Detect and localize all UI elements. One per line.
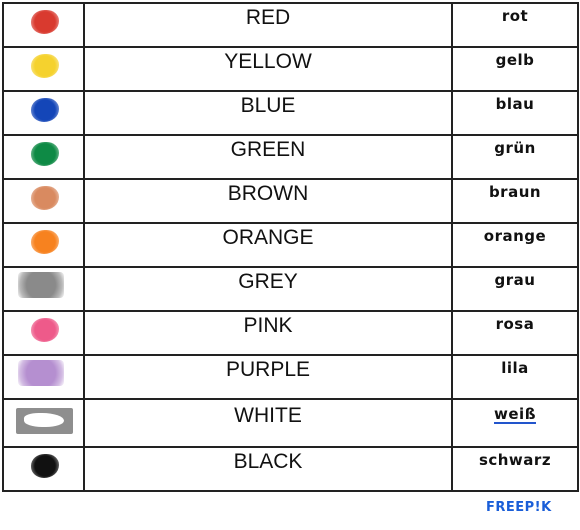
table-row: BROWN braun (2, 178, 579, 224)
german-word: gelb (495, 51, 535, 69)
german-word-cell: gelb (451, 46, 579, 92)
german-word-cell: schwarz (451, 446, 579, 492)
black-paint-swatch-icon (31, 454, 59, 478)
swatch-cell (2, 2, 85, 48)
english-word-cell: BLUE (83, 90, 453, 136)
swatch-cell (2, 90, 85, 136)
german-word-cell: lila (451, 354, 579, 400)
swatch-cell (2, 46, 85, 92)
english-word-cell: WHITE (83, 398, 453, 448)
english-word-cell: GREEN (83, 134, 453, 180)
green-paint-swatch-icon (31, 142, 59, 166)
english-word: PINK (243, 314, 293, 337)
table-row: ORANGE orange (2, 222, 579, 268)
german-word-cell: orange (451, 222, 579, 268)
swatch-cell (2, 178, 85, 224)
swatch-cell (2, 266, 85, 312)
english-word: PURPLE (225, 358, 311, 381)
english-word-cell: BROWN (83, 178, 453, 224)
swatch-cell (2, 134, 85, 180)
german-word: schwarz (478, 451, 552, 469)
german-word-cell: grün (451, 134, 579, 180)
english-word-cell: ORANGE (83, 222, 453, 268)
swatch-cell (2, 354, 85, 400)
brown-paint-swatch-icon (31, 186, 59, 210)
english-word: BROWN (227, 182, 309, 205)
english-word: ORANGE (222, 226, 314, 249)
german-word: orange (483, 227, 547, 245)
orange-paint-swatch-icon (31, 230, 59, 254)
swatch-cell (2, 446, 85, 492)
german-word: rot (501, 7, 529, 25)
english-word: BLUE (240, 94, 296, 117)
german-word: rosa (495, 315, 535, 333)
swatch-cell (2, 310, 85, 356)
german-word: grau (494, 271, 536, 289)
german-word: grün (494, 139, 536, 157)
table-row: PINK rosa (2, 310, 579, 356)
german-word-cell: blau (451, 90, 579, 136)
english-word-cell: BLACK (83, 446, 453, 492)
freepik-logo: FREEP!K (486, 500, 552, 515)
german-word: lila (501, 359, 529, 377)
english-word-cell: PURPLE (83, 354, 453, 400)
table-row: BLUE blau (2, 90, 579, 136)
english-word-cell: PINK (83, 310, 453, 356)
table-row: BLACK schwarz (2, 446, 579, 492)
english-word: WHITE (234, 404, 302, 427)
white-paint-swatch-icon (16, 408, 73, 434)
german-word-cell: rosa (451, 310, 579, 356)
grey-paint-swatch-icon (18, 272, 64, 298)
german-word: weiß (494, 405, 536, 423)
color-vocabulary-table: RED rot YELLOW gelb BLUE blau GREEN grün… (2, 2, 579, 492)
english-word-cell: GREY (83, 266, 453, 312)
table-row: WHITE weiß (2, 398, 579, 448)
english-word: GREEN (230, 138, 306, 161)
german-word-cell: weiß (451, 398, 579, 448)
table-row: YELLOW gelb (2, 46, 579, 92)
german-word: blau (495, 95, 535, 113)
english-word: YELLOW (224, 50, 312, 73)
red-paint-swatch-icon (31, 10, 59, 34)
swatch-cell (2, 222, 85, 268)
swatch-cell (2, 398, 85, 448)
english-word: BLACK (233, 450, 303, 473)
english-word: RED (245, 6, 291, 29)
table-row: PURPLE lila (2, 354, 579, 400)
german-word-cell: grau (451, 266, 579, 312)
german-word: braun (488, 183, 542, 201)
pink-paint-swatch-icon (31, 318, 59, 342)
purple-paint-swatch-icon (18, 360, 64, 386)
german-word-cell: braun (451, 178, 579, 224)
table-row: GREEN grün (2, 134, 579, 180)
blue-paint-swatch-icon (31, 98, 59, 122)
english-word-cell: RED (83, 2, 453, 48)
yellow-paint-swatch-icon (31, 54, 59, 78)
english-word-cell: YELLOW (83, 46, 453, 92)
table-row: RED rot (2, 2, 579, 48)
german-word-cell: rot (451, 2, 579, 48)
table-row: GREY grau (2, 266, 579, 312)
english-word: GREY (238, 270, 298, 293)
